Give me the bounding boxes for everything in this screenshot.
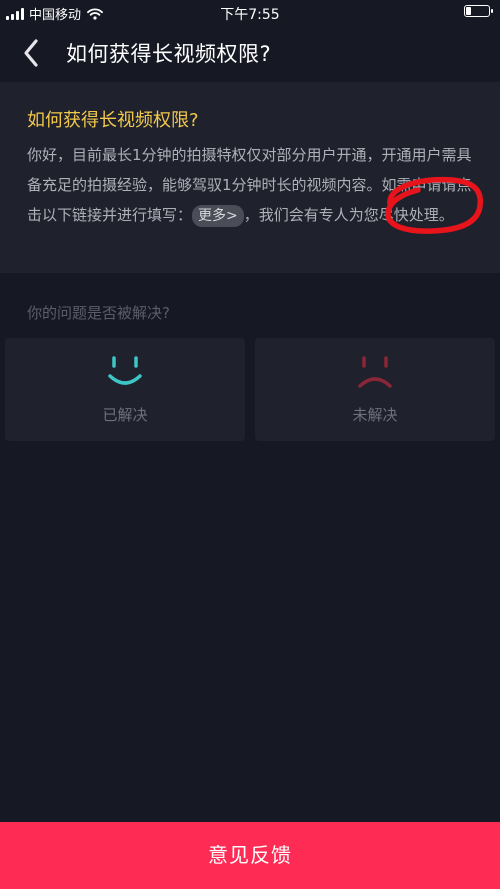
feedback-button[interactable]: 意见反馈: [0, 822, 500, 889]
battery-icon: [464, 5, 493, 17]
more-link[interactable]: 更多>: [192, 205, 244, 227]
answer-title: 如何获得长视频权限?: [27, 110, 199, 131]
answer-body: 你好，目前最长1分钟的拍摄特权仅对部分用户开通，开通用户需具备充足的拍摄经验，能…: [27, 140, 473, 230]
unsolved-label: 未解决: [352, 406, 398, 424]
feedback-question: 你的问题是否被解决?: [27, 304, 170, 322]
solved-label: 已解决: [102, 406, 148, 424]
unsolved-button[interactable]: 未解决: [255, 338, 495, 441]
screen: 中国移动 下午7:55 如何获得长视频权限? 如何获得长视频权限? 你好，目前最…: [0, 0, 500, 889]
page-title: 如何获得长视频权限?: [66, 42, 272, 66]
status-bar: 中国移动 下午7:55: [0, 0, 500, 26]
answer-card: 如何获得长视频权限? 你好，目前最长1分钟的拍摄特权仅对部分用户开通，开通用户需…: [0, 82, 500, 273]
solved-button[interactable]: 已解决: [5, 338, 245, 441]
answer-text-part2: ，我们会有专人为您尽快处理。: [243, 206, 454, 224]
smile-icon: [108, 356, 142, 385]
frown-icon: [358, 356, 392, 388]
status-time: 下午7:55: [220, 7, 280, 23]
chevron-left-icon: [24, 39, 38, 67]
nav-bar: 如何获得长视频权限?: [0, 26, 500, 80]
back-button[interactable]: [14, 36, 50, 70]
